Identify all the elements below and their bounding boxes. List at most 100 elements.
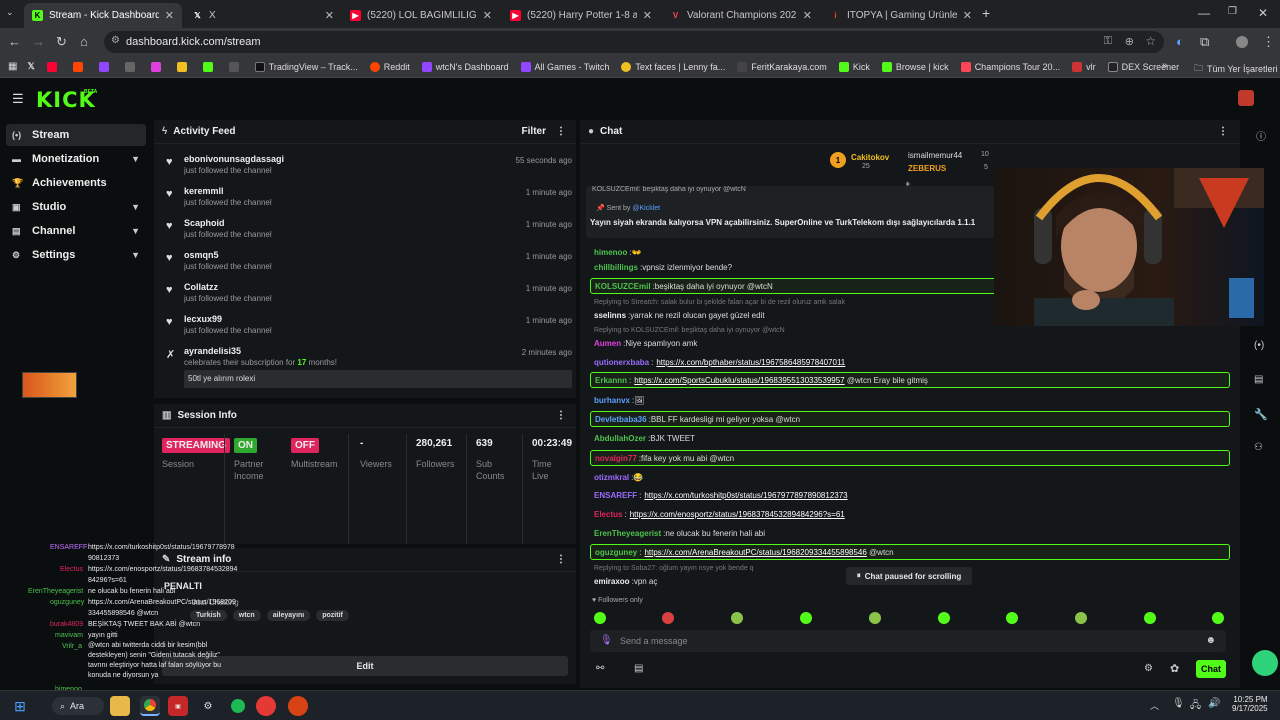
emote-icon[interactable] <box>1144 612 1156 624</box>
profile-avatar[interactable] <box>1236 36 1248 48</box>
chrome-icon[interactable] <box>140 696 160 716</box>
emote-icon[interactable] <box>1075 612 1087 624</box>
sidebar-item-monetization[interactable]: ▬ Monetization ▼ <box>6 148 146 170</box>
bookmark-ferit[interactable]: FeritKarakaya.com <box>737 61 827 72</box>
wrench-icon[interactable]: 🔧 <box>1254 408 1268 421</box>
send-chat-button[interactable]: Chat <box>1196 660 1226 678</box>
chat-paused-button[interactable]: ⏸ Chat paused for scrolling <box>846 567 972 585</box>
hamburger-menu-icon[interactable]: ☰ <box>12 91 24 107</box>
chat-message-highlighted[interactable]: KOLSUZCEmil: beşiktaş daha iyi oynuyor @… <box>590 278 998 294</box>
emote-menu-icon[interactable]: ✿ <box>1170 662 1179 675</box>
chat-message[interactable]: qutionerxbaba: https://x.com/bpthaber/st… <box>590 354 1230 370</box>
microphone-tray-icon[interactable]: 🎙 <box>1172 698 1185 709</box>
close-tab-icon[interactable]: ✕ <box>963 9 972 22</box>
filter-button[interactable]: Filter <box>522 126 546 137</box>
tab-x[interactable]: 𝕏 X ✕ <box>184 3 342 28</box>
chat-settings-icon[interactable]: ⚙ <box>1144 663 1153 674</box>
tab-kick-dashboard[interactable]: K Stream - Kick Dashboard ✕ <box>24 3 182 28</box>
apps-grid-icon[interactable]: ▦ <box>8 61 17 72</box>
sidebar-item-stream[interactable]: (•) Stream <box>6 124 146 146</box>
app-icon[interactable]: ▣ <box>168 696 188 716</box>
tab-itopya[interactable]: i İTOPYA | Gaming Ürünler ve Bil ✕ <box>822 3 980 28</box>
bookmark-twitch-icon[interactable] <box>98 61 109 72</box>
taskbar-search[interactable]: ⌕ Ara <box>52 697 104 715</box>
chat-message-highlighted[interactable]: Devletbaba36: BBL FF kardesligi mi geliy… <box>590 411 1230 427</box>
address-bar[interactable]: ⚙ dashboard.kick.com/stream ⚿ ⊕ ☆ <box>104 31 1164 53</box>
volume-icon[interactable]: 🔊 <box>1208 698 1220 709</box>
extensions-puzzle-icon[interactable]: ⧉ <box>1200 34 1209 50</box>
chat-tools-icon[interactable]: ⚯ <box>596 663 604 674</box>
bookmark-star-icon[interactable]: ☆ <box>1145 34 1156 48</box>
chat-message-highlighted[interactable]: Erkannn: https://x.com/SportsCubuklu/sta… <box>590 372 1230 388</box>
back-icon[interactable]: ← <box>8 34 21 49</box>
tab-search-icon[interactable]: ⌄ <box>6 7 14 18</box>
file-explorer-icon[interactable] <box>110 696 130 716</box>
more-options-icon[interactable]: ⋮ <box>556 410 566 421</box>
close-tab-icon[interactable]: ✕ <box>165 9 174 22</box>
close-tab-icon[interactable]: ✕ <box>483 9 492 22</box>
emote-icon[interactable] <box>1212 612 1224 624</box>
password-key-icon[interactable]: ⚿ <box>1104 35 1112 48</box>
forward-icon[interactable]: → <box>32 34 45 49</box>
user-avatar[interactable] <box>1238 90 1254 106</box>
sidebar-item-achievements[interactable]: 🏆 Achievements <box>6 172 146 194</box>
chat-message-highlighted[interactable]: oguzguney: https://x.com/ArenaBreakoutPC… <box>590 544 1230 560</box>
chat-message[interactable]: AbdullahOzer: BJK TWEET <box>590 430 1230 446</box>
emote-icon[interactable] <box>869 612 881 624</box>
emoji-icon[interactable]: ☻ <box>1205 635 1216 646</box>
bookmark-vlr[interactable]: vlr <box>1072 61 1096 72</box>
chat-message[interactable]: emiraxoo: vpn aç <box>590 573 840 589</box>
info-icon[interactable]: ⓘ <box>1256 128 1266 143</box>
close-tab-icon[interactable]: ✕ <box>643 9 652 22</box>
bookmark-tradingview[interactable]: TradingView – Track... <box>254 61 358 72</box>
broadcast-icon[interactable]: (•) <box>1254 340 1264 351</box>
minimize-icon[interactable]: — <box>1198 6 1210 20</box>
reload-icon[interactable]: ↻ <box>56 34 67 50</box>
chat-message[interactable]: burhanvx: 🖼 <box>590 392 1230 408</box>
bookmark-reddit[interactable]: Reddit <box>369 61 410 72</box>
emote-icon[interactable] <box>1006 612 1018 624</box>
bookmark-kick[interactable]: Kick <box>838 61 870 72</box>
new-tab-icon[interactable]: + <box>982 5 990 21</box>
bookmark-yahoo-icon[interactable] <box>150 61 161 72</box>
bookmark-champions[interactable]: Champions Tour 20... <box>960 61 1060 72</box>
bookmark-browse-kick[interactable]: Browse | kick <box>881 61 949 72</box>
bookmark-x-icon[interactable]: 𝕏 <box>27 61 34 72</box>
bookmark-globe2-icon[interactable] <box>228 61 239 72</box>
site-info-icon[interactable]: ⚙ <box>111 35 120 46</box>
tray-chevron-icon[interactable]: ︿ <box>1150 699 1159 712</box>
steam-icon[interactable]: ⚙ <box>198 696 218 716</box>
tag[interactable]: aileyayını <box>266 610 311 621</box>
more-options-icon[interactable]: ⋮ <box>556 554 566 565</box>
chat-message[interactable]: ErenTheyeagerist: ne olucak bu fenerin h… <box>590 525 1230 541</box>
leaderboard-user[interactable]: ZEBERUS <box>908 164 946 173</box>
leaderboard-user[interactable]: Cakitokov <box>851 153 889 162</box>
bookmark-kick-icon[interactable] <box>202 61 213 72</box>
browser-menu-icon[interactable]: ⋮ <box>1262 34 1275 50</box>
app-notify-icon[interactable] <box>288 696 308 716</box>
app-red-icon[interactable] <box>256 696 276 716</box>
tab-youtube-lol[interactable]: ▶ (5220) LOL BAĞIMLILIĞI 1.5 - Yo ✕ <box>342 3 500 28</box>
sidebar-item-channel[interactable]: ▤ Channel ▼ <box>6 220 146 242</box>
chat-message[interactable]: ENSAREFF: https://x.com/turkoshitp0st/st… <box>590 487 1230 503</box>
all-bookmarks-folder[interactable]: 🗀 Tüm Yer İşaretleri <box>1194 61 1278 77</box>
support-chat-button[interactable] <box>1252 650 1278 676</box>
emote-icon[interactable] <box>662 612 674 624</box>
more-options-icon[interactable]: ⋮ <box>1218 126 1228 137</box>
bookmark-globe-icon[interactable] <box>124 61 135 72</box>
microphone-icon[interactable]: 🎙 <box>600 635 613 646</box>
bookmark-dex[interactable]: DEX Screener <box>1107 61 1179 72</box>
emote-icon[interactable] <box>800 612 812 624</box>
emote-icon[interactable] <box>731 612 743 624</box>
chat-message[interactable]: otizmkral: 😂 <box>590 469 1230 485</box>
zoom-icon[interactable]: ⊕ <box>1125 35 1134 48</box>
sidebar-item-settings[interactable]: ⚙ Settings ▼ <box>6 244 146 266</box>
close-tab-icon[interactable]: ✕ <box>325 9 334 22</box>
sidebar-item-studio[interactable]: ▣ Studio ▼ <box>6 196 146 218</box>
share-icon[interactable]: ⚇ <box>1254 442 1263 453</box>
more-options-icon[interactable]: ⋮ <box>556 126 566 137</box>
emote-icon[interactable] <box>938 612 950 624</box>
emote-icon[interactable] <box>594 612 606 624</box>
bookmark-google-icon[interactable] <box>176 61 187 72</box>
spotify-icon[interactable] <box>228 696 248 716</box>
